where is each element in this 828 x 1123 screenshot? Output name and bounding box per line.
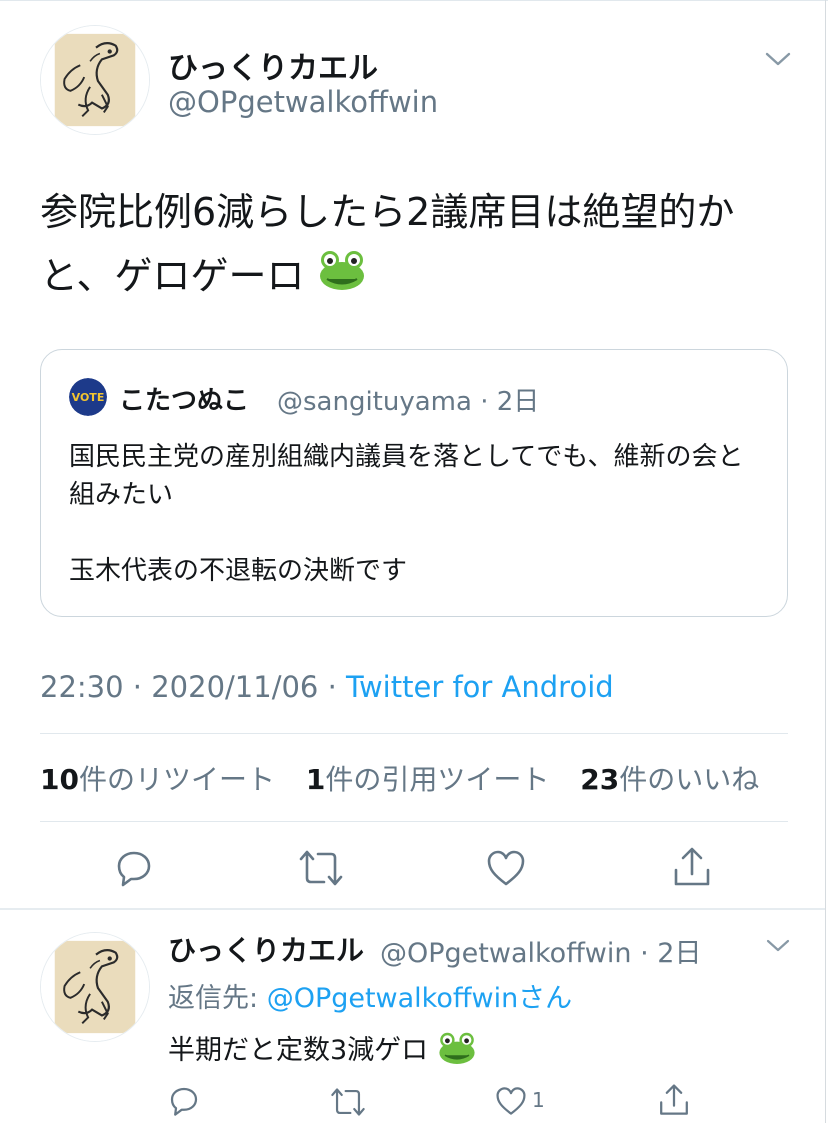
quote-text: 国民民主党の産別組織内議員を落としてでも、維新の会と組みたい 玉木代表の不退転の… [69, 442, 744, 586]
retweet-icon[interactable] [298, 848, 344, 888]
retweets-count: 10 [40, 763, 79, 796]
top-border [0, 0, 828, 1]
reply-to-link[interactable]: @OPgetwalkoffwinさん [267, 983, 573, 1014]
svg-text:VOTE: VOTE [72, 391, 105, 404]
reply-author-handle: @OPgetwalkoffwin · 2日 [380, 931, 701, 970]
separator-dot: · [132, 670, 152, 704]
frog-emoji-icon [317, 247, 367, 311]
quoted-tweet-card[interactable]: VOTE こたつぬこ @sangituyama · 2日 国民民主党の産別組織内… [40, 349, 788, 617]
tweet-time: 22:30 [40, 670, 124, 704]
chevron-down-icon[interactable] [763, 49, 793, 69]
quote-handle-text: @sangituyama [277, 387, 472, 417]
like-heart-icon[interactable] [486, 849, 526, 887]
reply-handle-text[interactable]: @OPgetwalkoffwin [380, 938, 632, 969]
author-avatar[interactable] [40, 25, 150, 135]
quotes-count: 1 [305, 763, 326, 796]
quote-time: 2日 [496, 387, 540, 417]
reply-text: 半期だと定数3減ゲロ [168, 1028, 477, 1073]
divider [40, 733, 788, 734]
tweet-stats: 10件のリツイート 1件の引用ツイート 23件のいいね [40, 758, 781, 798]
retweets-stat[interactable]: 10件のリツイート [40, 763, 275, 796]
frog-emoji-icon [437, 1030, 477, 1073]
reply-author-name[interactable]: ひっくりカエル [168, 929, 364, 969]
retweets-label: 件のリツイート [78, 763, 275, 796]
divider [40, 821, 788, 822]
tweet-date: 2020/11/06 [151, 670, 319, 704]
reply-text-content: 半期だと定数3減ゲロ [168, 1035, 429, 1066]
quote-author-handle: @sangituyama · 2日 [277, 381, 539, 418]
likes-label: 件のいいね [619, 763, 760, 796]
quote-author-avatar: VOTE [69, 378, 107, 416]
tweet-source-link[interactable]: Twitter for Android [346, 670, 614, 704]
share-icon[interactable] [672, 846, 712, 888]
right-border [825, 0, 826, 1123]
reply-like-count: 1 [532, 1088, 545, 1112]
quotes-stat[interactable]: 1件の引用ツイート [306, 763, 550, 796]
reply-time: 2日 [657, 938, 702, 969]
author-handle[interactable]: @OPgetwalkoffwin [168, 85, 438, 119]
likes-stat[interactable]: 23件のいいね [580, 763, 759, 796]
quote-author-name: こたつぬこ [119, 386, 250, 416]
tweet-text: 参院比例6減らしたら2議席目は絶望的かと、ゲロゲーロ [40, 180, 800, 311]
reply-icon[interactable] [114, 848, 154, 888]
tweet-text-content: 参院比例6減らしたら2議席目は絶望的かと、ゲロゲーロ [40, 190, 735, 298]
reply-author-avatar[interactable] [40, 932, 150, 1042]
author-name[interactable]: ひっくりカエル [168, 43, 378, 87]
likes-count: 23 [580, 763, 620, 796]
share-icon[interactable] [658, 1083, 690, 1117]
tweet-meta: 22:30 · 2020/11/06 · Twitter for Android [40, 670, 614, 704]
like-heart-icon[interactable] [495, 1086, 527, 1116]
separator-dot: · [640, 938, 649, 969]
divider [0, 908, 825, 910]
quotes-label: 件の引用ツイート [325, 763, 550, 796]
reply-to: 返信先: @OPgetwalkoffwinさん [168, 976, 572, 1015]
reply-icon[interactable] [168, 1085, 200, 1117]
reply-to-label: 返信先: [168, 983, 267, 1014]
chevron-down-icon[interactable] [765, 937, 791, 955]
separator-dot: · [480, 387, 489, 417]
retweet-icon[interactable] [330, 1086, 366, 1118]
separator-dot: · [327, 670, 347, 704]
